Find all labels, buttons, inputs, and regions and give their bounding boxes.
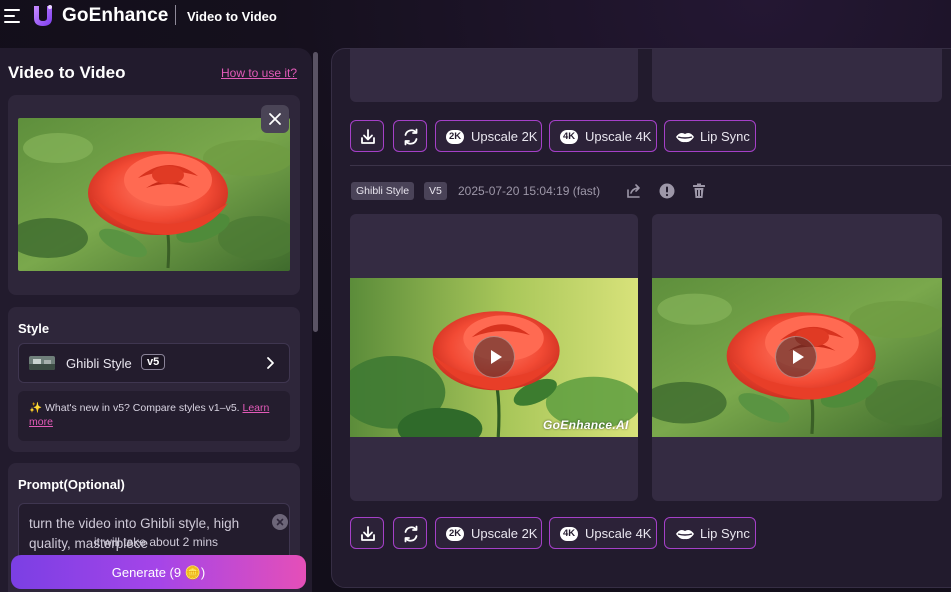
brand-name[interactable]: GoEnhance [62, 5, 168, 27]
version-badge: v5 [141, 354, 166, 370]
how-to-use-link[interactable]: How to use it? [221, 66, 297, 80]
style-preview-thumbnail [29, 356, 55, 370]
share-icon[interactable] [625, 182, 643, 200]
lip-sync-button[interactable]: Lip Sync [664, 517, 756, 549]
selected-style-name: Ghibli Style [66, 356, 132, 371]
left-panel-scrollbar[interactable] [313, 52, 318, 332]
style-selector[interactable]: Ghibli Style v5 [18, 343, 290, 383]
regenerate-button[interactable] [393, 517, 427, 549]
download-button[interactable] [350, 517, 384, 549]
4k-badge: 4K [560, 130, 579, 144]
report-icon[interactable] [658, 182, 676, 200]
time-estimate-hint: it will take about 2 mins [93, 535, 219, 549]
lip-sync-label: Lip Sync [700, 129, 750, 144]
close-icon [276, 518, 284, 526]
style-tag: Ghibli Style [351, 182, 415, 200]
close-icon [269, 113, 281, 125]
results-divider [350, 165, 951, 166]
generate-button[interactable]: Generate (9 🪙) [11, 555, 306, 589]
regenerate-button[interactable] [393, 120, 427, 152]
upscale-2k-label: Upscale 2K [471, 129, 538, 144]
source-video-preview[interactable] [652, 278, 942, 437]
breadcrumb: Video to Video [187, 9, 277, 24]
result-video-preview[interactable]: GoEnhance.AI [350, 278, 638, 437]
page-title: Video to Video [8, 63, 126, 82]
2k-badge: 2K [446, 130, 465, 144]
refresh-icon [404, 128, 418, 146]
download-icon [361, 129, 375, 144]
lips-icon [676, 133, 694, 143]
style-label: Style [18, 321, 50, 336]
uploaded-video-thumbnail[interactable] [18, 118, 290, 271]
goenhance-logo-icon[interactable] [31, 3, 55, 29]
remove-video-button[interactable] [261, 105, 289, 133]
upload-card [8, 95, 300, 295]
clear-prompt-button[interactable] [272, 514, 288, 530]
trash-icon[interactable] [690, 182, 708, 200]
2k-badge: 2K [446, 527, 465, 541]
prompt-label: Prompt(Optional) [18, 477, 125, 492]
lip-sync-button[interactable]: Lip Sync [664, 120, 756, 152]
results-panel: 2K Upscale 2K 4K Upscale 4K Lip Sync Ghi… [331, 48, 951, 588]
upscale-4k-label: Upscale 4K [585, 526, 652, 541]
source-video-card[interactable] [652, 214, 942, 501]
left-panel: Video to Video How to use it? Style Ghib… [0, 48, 312, 592]
watermark: GoEnhance.AI [543, 418, 629, 432]
lip-sync-label: Lip Sync [700, 526, 750, 541]
upscale-4k-label: Upscale 4K [585, 129, 652, 144]
chevron-right-icon [267, 357, 274, 369]
play-button[interactable] [775, 336, 817, 378]
upscale-2k-label: Upscale 2K [471, 526, 538, 541]
top-bar: GoEnhance Video to Video [0, 0, 951, 34]
result-timestamp: 2025-07-20 15:04:19 (fast) [458, 184, 601, 198]
upscale-4k-button[interactable]: 4K Upscale 4K [549, 517, 657, 549]
result-video-card[interactable]: GoEnhance.AI [350, 214, 638, 501]
download-icon [361, 526, 375, 541]
lips-icon [676, 530, 694, 540]
4k-badge: 4K [560, 527, 579, 541]
whats-new-notice: ✨ What's new in v5? Compare styles v1–v5… [18, 391, 290, 441]
generate-button-label: Generate (9 🪙) [111, 565, 206, 580]
play-button[interactable] [473, 336, 515, 378]
previous-result-tile[interactable] [350, 49, 638, 102]
refresh-icon [404, 525, 418, 543]
version-tag: V5 [424, 182, 447, 200]
previous-result-tile[interactable] [652, 49, 942, 102]
upscale-2k-button[interactable]: 2K Upscale 2K [435, 120, 542, 152]
whats-new-text: ✨ What's new in v5? Compare styles v1–v5… [29, 402, 243, 414]
download-button[interactable] [350, 120, 384, 152]
prompt-input[interactable]: turn the video into Ghibli style, high q… [18, 503, 290, 563]
style-card: Style Ghibli Style v5 ✨ What's new in v5… [8, 307, 300, 452]
header-divider [175, 5, 176, 25]
upscale-4k-button[interactable]: 4K Upscale 4K [549, 120, 657, 152]
upscale-2k-button[interactable]: 2K Upscale 2K [435, 517, 542, 549]
menu-icon[interactable] [4, 8, 22, 24]
